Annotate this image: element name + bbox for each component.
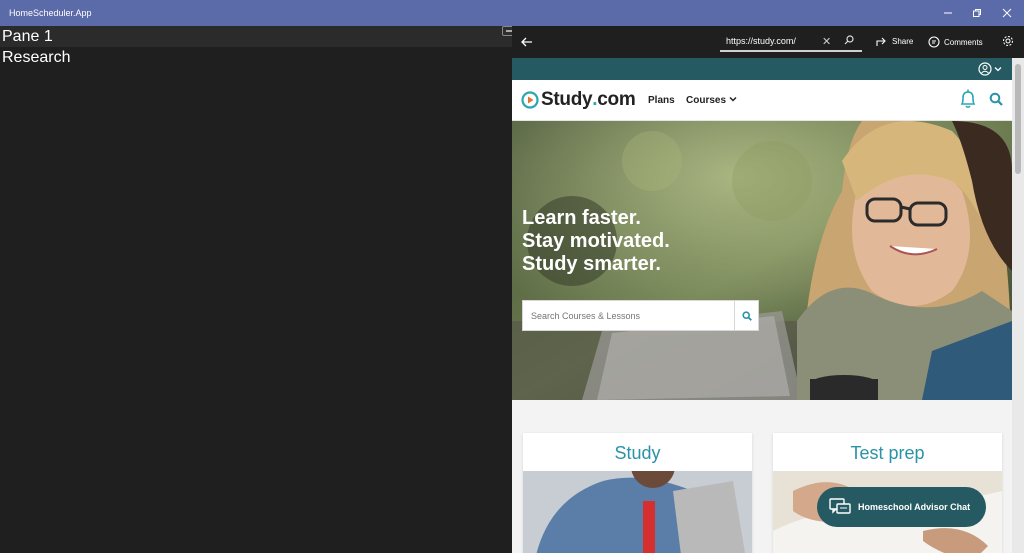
scrollbar-thumb[interactable]	[1015, 64, 1021, 174]
comments-button[interactable]: Comments	[928, 36, 983, 48]
comments-label: Comments	[944, 37, 983, 47]
address-bar[interactable]: https://study.com/ ✕	[720, 32, 862, 52]
minimize-icon	[944, 12, 952, 14]
window-title: HomeScheduler.App	[9, 8, 92, 18]
headline-line-1: Learn faster.	[522, 207, 641, 229]
study-logo[interactable]: Study. com	[521, 89, 636, 111]
site-top-strip	[512, 58, 1012, 80]
card-title: Study	[614, 443, 661, 463]
vertical-scrollbar[interactable]	[1012, 58, 1024, 553]
play-logo-icon	[521, 91, 539, 109]
headline-line-2: Stay motivated.	[522, 230, 670, 252]
card-title: Test prep	[850, 443, 925, 463]
left-pane: Pane 1 Research	[0, 26, 520, 553]
close-icon	[1002, 8, 1012, 18]
restore-icon	[973, 9, 981, 17]
back-arrow-icon	[521, 37, 532, 47]
back-button[interactable]	[518, 33, 536, 51]
nav-courses-label: Courses	[686, 95, 727, 106]
bell-icon	[960, 89, 976, 109]
chat-label: Homeschool Advisor Chat	[858, 502, 971, 512]
headline-line-3: Study smarter.	[522, 253, 661, 275]
pane-header: Pane 1	[0, 26, 512, 47]
web-view: Study. com Plans Courses Learn faster. S…	[512, 58, 1012, 553]
logo-tld: com	[597, 89, 636, 110]
site-nav: Study. com Plans Courses	[512, 80, 1012, 121]
notification-button[interactable]	[958, 88, 978, 115]
account-menu[interactable]	[978, 62, 1002, 76]
study-card[interactable]: Study	[523, 433, 752, 553]
nav-plans[interactable]: Plans	[648, 95, 675, 106]
title-bar: HomeScheduler.App	[0, 0, 1024, 26]
chevron-down-icon	[994, 67, 1002, 72]
clear-address-icon[interactable]: ✕	[822, 35, 831, 48]
close-button[interactable]	[999, 5, 1015, 21]
gear-icon	[1003, 36, 1013, 46]
course-search-input[interactable]	[523, 301, 735, 330]
course-search-button[interactable]	[734, 301, 758, 330]
settings-button[interactable]	[1002, 35, 1014, 47]
site-search-button[interactable]	[989, 92, 1003, 111]
account-icon	[978, 62, 992, 76]
share-icon	[876, 37, 886, 46]
logo-main: Study	[541, 89, 593, 110]
search-icon	[989, 92, 1003, 106]
minimize-button[interactable]	[940, 5, 956, 21]
hero-banner: Learn faster. Stay motivated. Study smar…	[512, 121, 1012, 400]
browser-toolbar: https://study.com/ ✕ Share Comments	[512, 26, 1024, 58]
address-text[interactable]: https://study.com/	[726, 36, 796, 46]
comment-icon	[928, 36, 940, 48]
content-section: Study Test prep Homeschool Advisor Chat	[512, 400, 1012, 553]
share-button[interactable]: Share	[876, 36, 913, 47]
restore-button[interactable]	[969, 5, 985, 21]
course-search	[522, 300, 759, 331]
search-go-icon[interactable]	[844, 35, 854, 47]
study-card-image	[523, 471, 752, 553]
chat-icon	[829, 498, 851, 514]
chevron-down-icon	[729, 96, 737, 102]
search-icon	[741, 310, 752, 321]
research-label: Research	[2, 49, 71, 66]
hero-headline: Learn faster. Stay motivated. Study smar…	[522, 207, 670, 276]
share-label: Share	[892, 37, 914, 46]
nav-courses[interactable]: Courses	[686, 95, 737, 106]
advisor-chat-button[interactable]: Homeschool Advisor Chat	[817, 487, 986, 527]
